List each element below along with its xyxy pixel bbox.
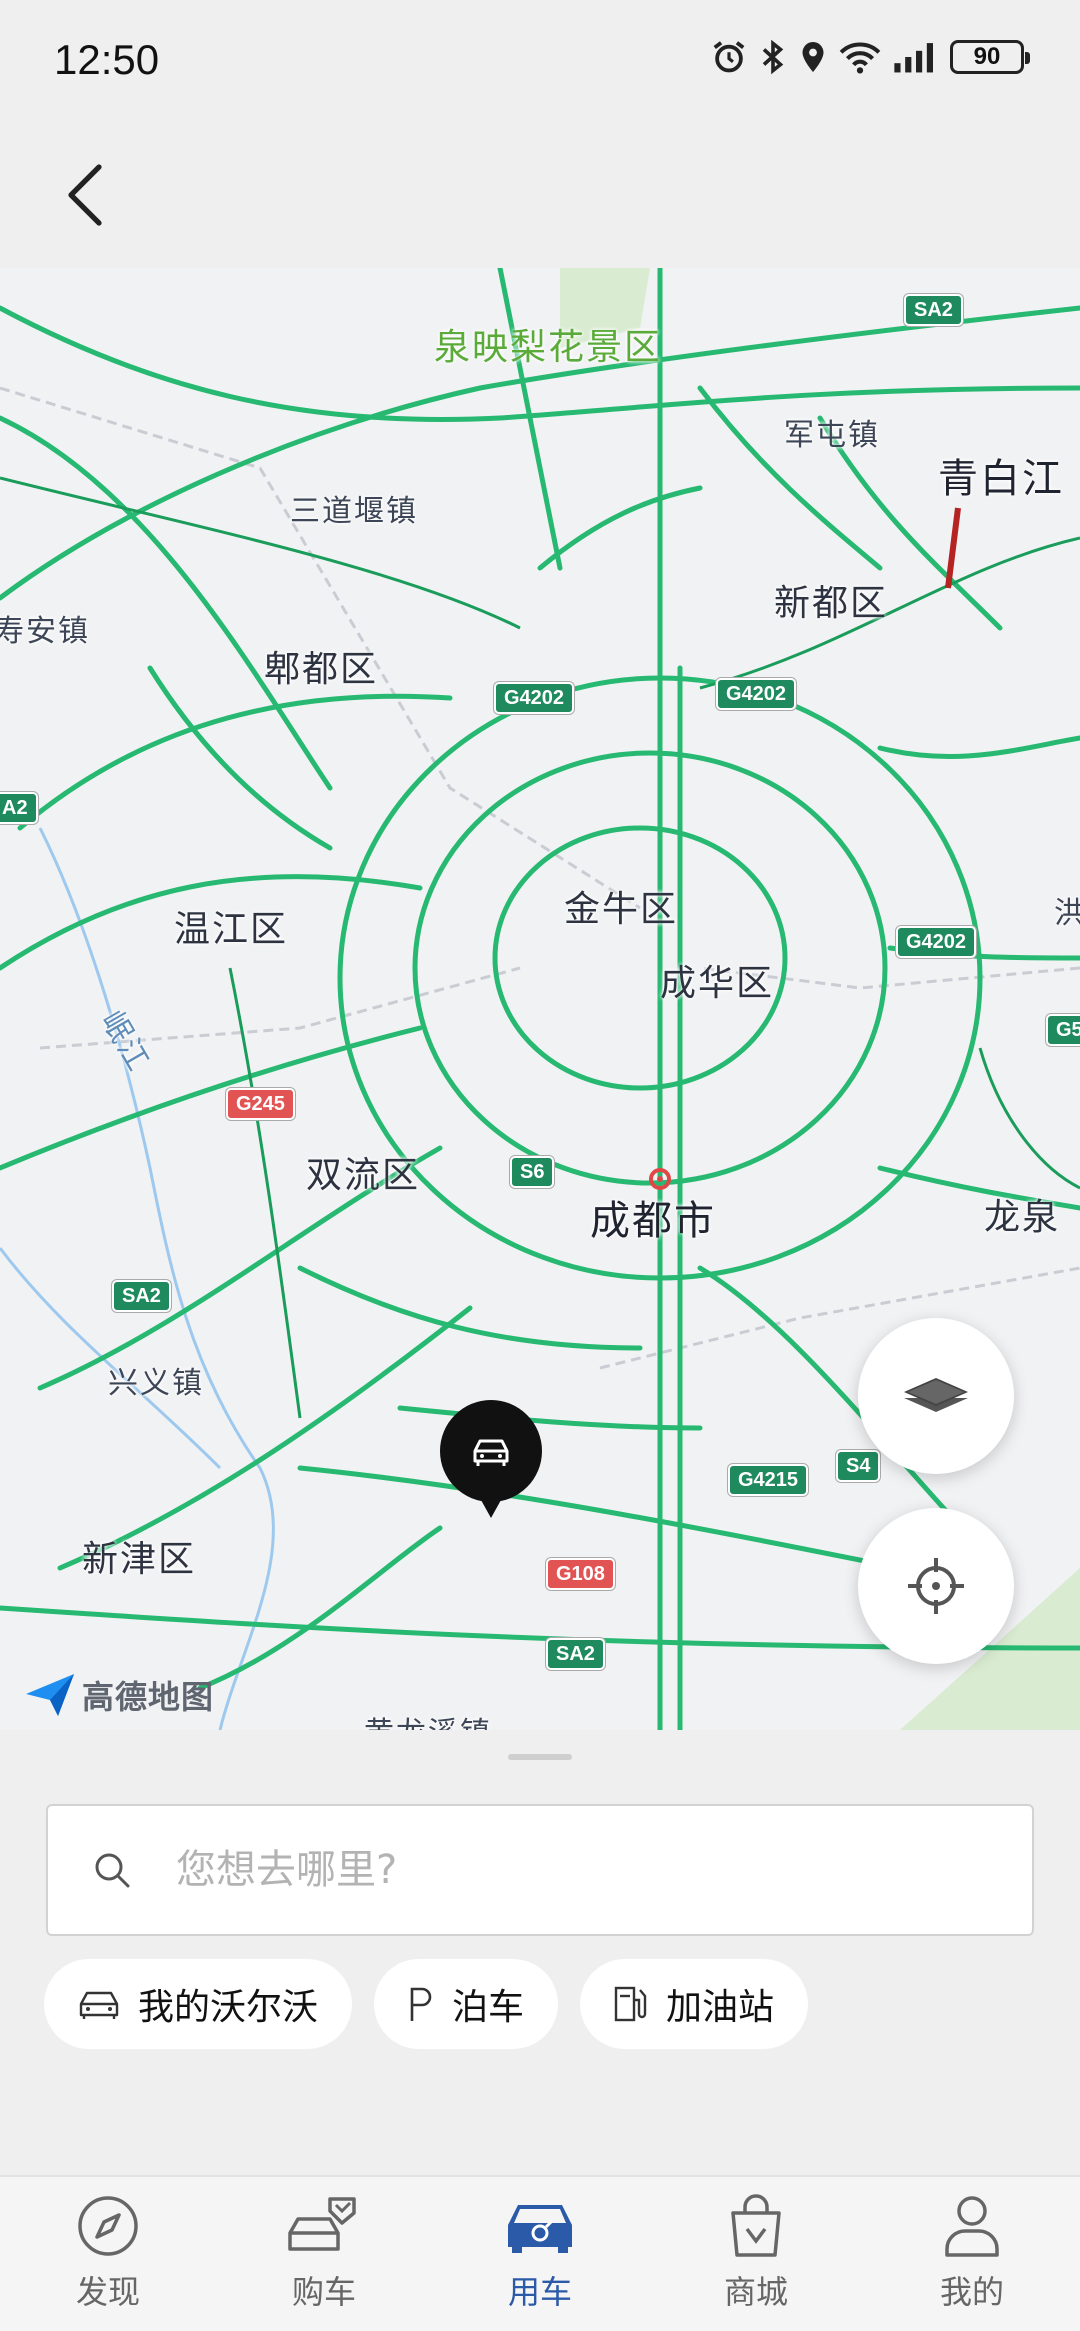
- tab-label: 发现: [75, 2273, 140, 2311]
- road-shield: G4202: [716, 678, 797, 710]
- map-view[interactable]: 泉映梨花景区 军屯镇 青白江 三道堰镇 新都区 寿安镇 郫都区 金牛区 成华区 …: [0, 268, 1080, 1730]
- bottom-sheet: 我的沃尔沃 泊车 加油站: [0, 1730, 1080, 2175]
- car-icon: [79, 1991, 119, 2019]
- road-shield: G4202: [494, 682, 575, 714]
- map-label-quanying: 泉映梨花景区: [434, 327, 663, 368]
- map-label-chengdu: 成都市: [590, 1198, 716, 1244]
- map-label-pidu: 郫都区: [264, 649, 379, 690]
- tab-use-car[interactable]: 用车: [432, 2177, 648, 2331]
- road-shield: G108: [546, 1558, 615, 1590]
- chip-parking[interactable]: 泊车: [374, 1959, 559, 2049]
- amap-logo-icon: [26, 1674, 74, 1716]
- tab-label: 购车: [291, 2273, 356, 2311]
- map-label-shouan: 寿安镇: [0, 614, 90, 649]
- road-shield: S6: [510, 1156, 555, 1188]
- tab-buy-car[interactable]: 购车: [216, 2177, 432, 2331]
- chip-label: 加油站: [666, 1987, 775, 2028]
- chip-label: 我的沃尔沃: [138, 1987, 319, 2028]
- car-icon: [473, 1439, 509, 1466]
- road-shield: S4: [836, 1450, 881, 1482]
- amap-attribution-text: 高德地图: [82, 1678, 215, 1716]
- road-shield: SA2: [904, 294, 963, 326]
- layers-icon: [904, 1378, 968, 1412]
- status-time: 12:50: [54, 36, 160, 83]
- map-label-xindu: 新都区: [774, 583, 889, 624]
- map-label-shuangliu: 双流区: [306, 1155, 421, 1196]
- road-shield: G4215: [728, 1464, 809, 1496]
- tab-discover[interactable]: 发现: [0, 2177, 216, 2331]
- tab-me[interactable]: 我的: [864, 2177, 1080, 2331]
- compass-icon: [78, 2196, 138, 2256]
- map-layers-button[interactable]: [858, 1318, 1014, 1474]
- search-input[interactable]: [176, 1847, 936, 1893]
- tab-shop[interactable]: 商城: [648, 2177, 864, 2331]
- map-label-xingyi: 兴义镇: [108, 1366, 204, 1401]
- user-icon: [945, 2196, 999, 2257]
- quick-chips: 我的沃尔沃 泊车 加油站: [44, 1959, 809, 2049]
- map-label-wenjiang: 温江区: [174, 909, 289, 950]
- back-button[interactable]: [50, 155, 120, 235]
- my-location-button[interactable]: [858, 1508, 1014, 1664]
- road-shield: G245: [226, 1088, 295, 1120]
- wifi-icon: [839, 42, 881, 74]
- map-label-hong: 洪: [1054, 896, 1080, 931]
- tab-label: 我的: [939, 2273, 1004, 2311]
- search-box[interactable]: [46, 1804, 1034, 1936]
- battery-indicator: 90: [950, 40, 1030, 74]
- tab-label: 商城: [723, 2273, 788, 2311]
- map-label-qingbaijiang: 青白江: [938, 456, 1064, 502]
- location-icon: [802, 42, 824, 72]
- drag-handle[interactable]: [508, 1754, 572, 1760]
- search-icon: [95, 1853, 130, 1888]
- map-label-longquan: 龙泉: [984, 1197, 1061, 1238]
- amap-attribution: 高德地图: [22, 1670, 214, 1720]
- map-label-jinniu: 金牛区: [564, 889, 679, 930]
- vehicle-location-marker[interactable]: [440, 1400, 542, 1518]
- chip-gas-station[interactable]: 加油站: [580, 1959, 809, 2049]
- map-label-chenghua: 成华区: [660, 963, 775, 1004]
- shopping-bag-icon: [731, 2194, 781, 2257]
- chevron-left-icon: [68, 164, 102, 226]
- tab-label: 用车: [507, 2273, 572, 2311]
- status-icons: 90: [710, 38, 1030, 76]
- road-shield: A2: [0, 792, 38, 824]
- fuel-icon: [614, 1986, 647, 2022]
- map-label-huanglongxi: 黄龙溪镇: [364, 1708, 492, 1730]
- road-shield: SA2: [112, 1280, 171, 1312]
- road-shield: G4202: [896, 926, 977, 958]
- road-shield: G5: [1046, 1014, 1080, 1046]
- map-label-xinjin: 新津区: [82, 1539, 197, 1580]
- chip-my-volvo[interactable]: 我的沃尔沃: [44, 1959, 353, 2049]
- alarm-icon: [713, 41, 745, 73]
- signal-icon: [894, 43, 933, 73]
- bottom-tab-bar: 发现 购车 用车 商城 我的: [0, 2175, 1080, 2331]
- status-bar: 12:50 90: [0, 0, 1080, 125]
- crosshair-icon: [908, 1558, 964, 1614]
- road-shield: SA2: [546, 1638, 605, 1670]
- map-label-sandaoyan: 三道堰镇: [290, 494, 418, 529]
- car-front-icon: [508, 2205, 572, 2253]
- bluetooth-icon: [762, 39, 784, 75]
- car-tag-icon: [288, 2197, 356, 2251]
- parking-icon: [410, 1987, 432, 2021]
- map-label-juntun: 军屯镇: [784, 418, 880, 453]
- header: [0, 125, 1080, 268]
- chip-label: 泊车: [452, 1987, 525, 2028]
